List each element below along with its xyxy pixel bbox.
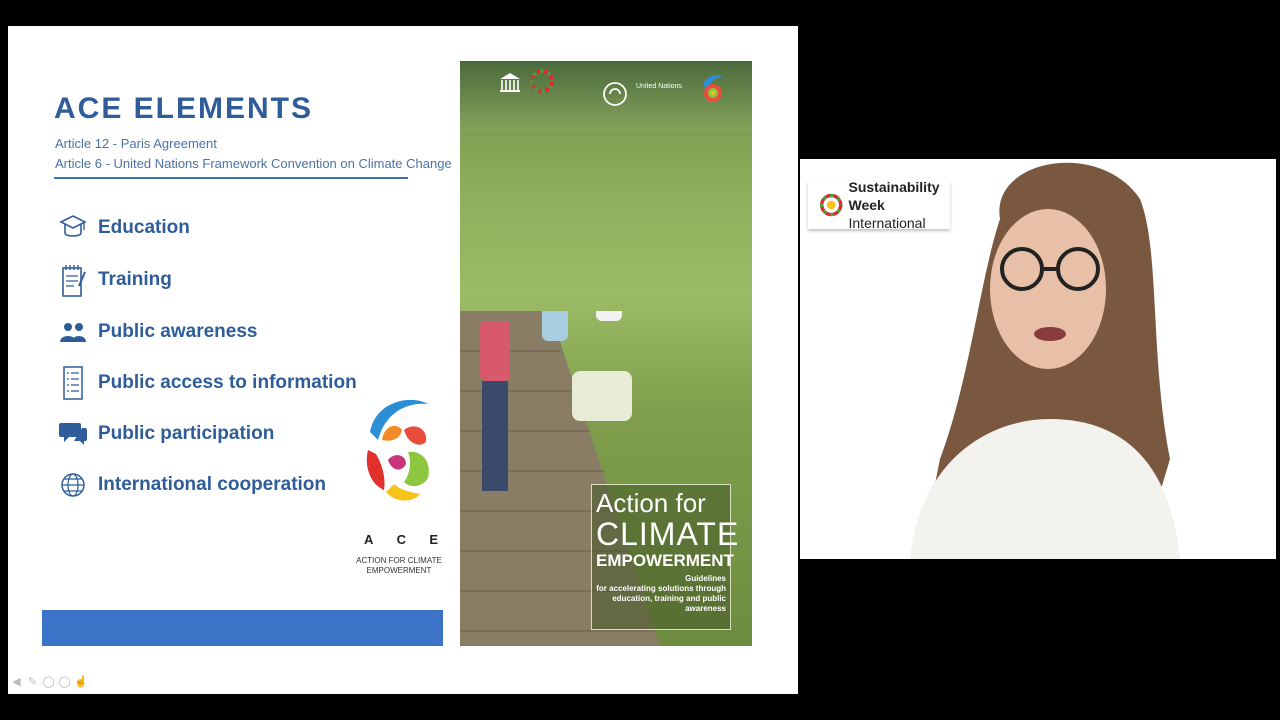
list-item-education: Education: [58, 208, 398, 248]
swi-logo-icon: [820, 193, 843, 217]
sdg-wheel-icon: [530, 69, 554, 93]
ace-logo-caption: ACTION FOR CLIMATE EMPOWERMENT: [354, 556, 444, 576]
presentation-slide: ACE ELEMENTS Article 12 - Paris Agreemen…: [8, 26, 798, 694]
list-item-public-participation: Public participation: [58, 414, 398, 454]
slides-menu-icon[interactable]: ◯: [42, 676, 55, 689]
cover-title-line-3: EMPOWERMENT: [596, 551, 734, 570]
title-divider: [54, 177, 408, 179]
ace-caption-line-2: EMPOWERMENT: [366, 566, 432, 575]
presenter-video: Sustainability Week International: [800, 159, 1276, 559]
more-options-icon[interactable]: ◯: [58, 676, 71, 689]
footer-bar: [42, 610, 443, 646]
ace-caption-line-1: ACTION FOR CLIMATE: [356, 556, 442, 565]
slide-subtitle-paris: Article 12 - Paris Agreement: [55, 136, 217, 151]
graduation-cap-icon: [58, 210, 88, 246]
list-item-label: Public awareness: [98, 321, 258, 342]
cover-title-box: Action for CLIMATE EMPOWERMENT Guideline…: [591, 484, 740, 630]
sustainability-week-badge: Sustainability Week International: [808, 178, 951, 232]
ace-letter-c: C: [396, 532, 407, 547]
list-item-label: Public participation: [98, 423, 275, 444]
list-item-label: Education: [98, 217, 190, 238]
cover-guidelines-line-1: Guidelines: [685, 574, 726, 583]
guidelines-cover-image: United Nations Action for CLIMATE EMPOWE…: [460, 61, 752, 646]
presentation-controls: ◀ ✎ ◯ ◯ ☝: [10, 676, 87, 689]
swi-international: International: [848, 215, 926, 231]
cover-guidelines-line-3: education, training and public awareness: [612, 594, 726, 613]
swi-week: Week: [848, 197, 885, 213]
slide-subtitle-unfccc: Article 6 - United Nations Framework Con…: [55, 156, 452, 171]
cover-guidelines: Guidelines for accelerating solutions th…: [596, 574, 726, 614]
swi-text: Sustainability Week International: [849, 178, 951, 232]
swi-name-line-2: Week International: [849, 196, 951, 232]
document-list-icon: [58, 365, 88, 401]
unesco-logo-icon: [500, 73, 520, 92]
ace-letter-e: E: [429, 532, 438, 547]
cover-un-text: United Nations: [636, 83, 682, 90]
list-item-label: International cooperation: [98, 474, 327, 495]
people-icon: [58, 314, 88, 350]
ace-letters: A C E: [364, 532, 438, 547]
mouse-cursor-icon: ☝: [74, 676, 88, 688]
list-item-international-cooperation: International cooperation: [58, 465, 398, 505]
ace-letter-a: A: [364, 532, 374, 547]
list-item-public-awareness: Public awareness: [58, 312, 398, 352]
cover-title-line-1: Action for: [596, 488, 706, 518]
notepad-icon: [58, 262, 88, 298]
pen-tool-icon[interactable]: ✎: [26, 676, 39, 689]
list-item-label: Training: [98, 269, 172, 290]
swi-name-line-1: Sustainability: [848, 179, 940, 195]
unfccc-logo-icon: [603, 82, 627, 106]
ace-small-logo-icon: [703, 75, 723, 102]
cover-guidelines-line-2: for accelerating solutions through: [596, 584, 726, 593]
list-item-label: Public access to information: [98, 372, 357, 393]
list-item-public-access: Public access to information: [58, 363, 398, 403]
slide-title: ACE ELEMENTS: [54, 92, 314, 125]
ace-logo-icon: [366, 399, 429, 501]
list-item-training: Training: [58, 260, 398, 300]
speech-bubbles-icon: [58, 416, 88, 452]
cover-title-line-2: CLIMATE: [596, 516, 740, 552]
globe-icon: [58, 467, 88, 503]
previous-slide-icon[interactable]: ◀: [10, 676, 23, 689]
